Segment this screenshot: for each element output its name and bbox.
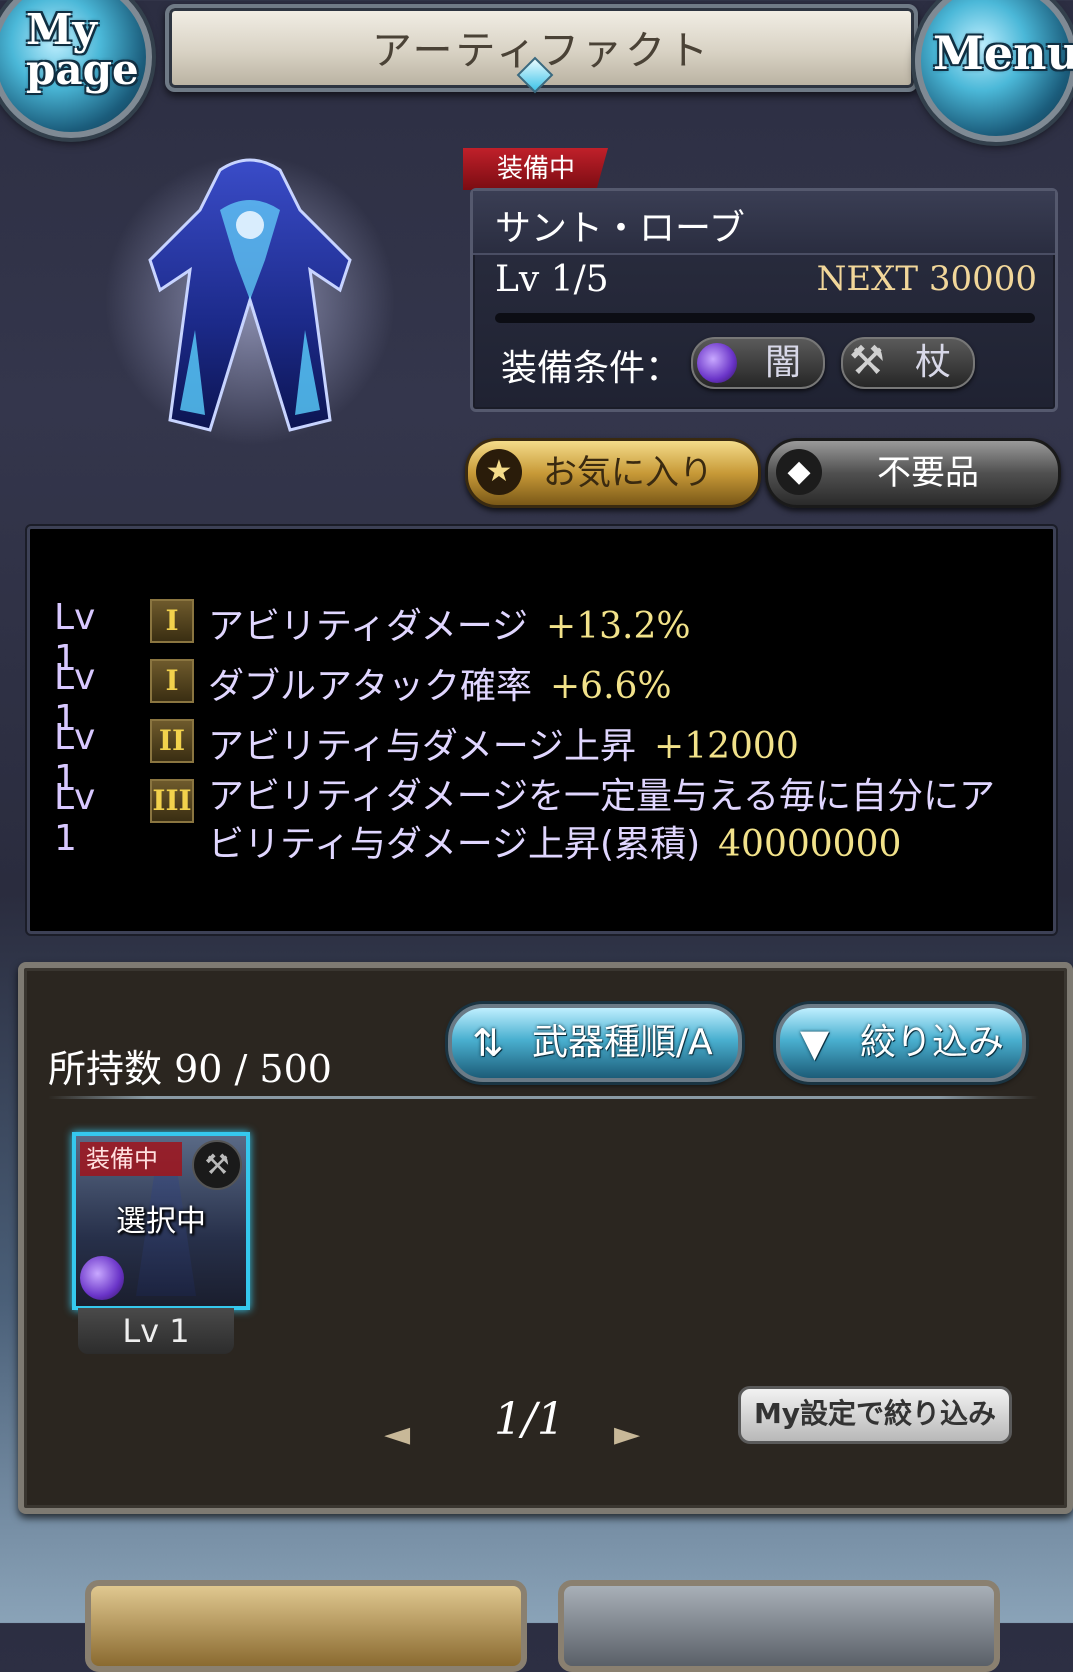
skill-value: +6.6%: [550, 666, 672, 707]
page-indicator: 1/1: [494, 1394, 565, 1445]
owned-count-value: 90 / 500: [174, 1047, 332, 1091]
skill-rank-icon: III: [150, 779, 194, 823]
skill-value: +13.2%: [546, 606, 691, 647]
condition-element-text: 闇: [765, 342, 802, 383]
pager: ◄ 1/1 ►: [384, 1394, 704, 1454]
skill-name: アビリティダメージ: [208, 606, 529, 647]
skill-description: ダブルアタック確率 +6.6%: [208, 657, 672, 709]
sort-button[interactable]: ⇅ 武器種順/A: [448, 1004, 742, 1082]
favorite-label: お気に入り: [543, 453, 713, 493]
equip-condition-label: 装備条件：: [501, 348, 682, 389]
favorite-button[interactable]: ★ お気に入り: [465, 438, 761, 508]
header: アーティファクト My page Menu: [0, 0, 1073, 142]
bottom-left-button[interactable]: [85, 1580, 527, 1672]
artifact-name: サント・ローブ: [495, 208, 745, 249]
skill-value: 40000000: [718, 824, 902, 865]
condition-weapon-pill: ⚒ 杖: [841, 337, 975, 389]
unneeded-label: 不要品: [877, 453, 979, 493]
dark-element-icon: [80, 1256, 124, 1300]
inventory-panel: 所持数 90 / 500 ⇅ 武器種順/A ▼ 絞り込み 装備中 ⚒ 選択中 L…: [18, 962, 1073, 1514]
menu-button[interactable]: Menu: [915, 0, 1073, 142]
item-level: Lv 1: [78, 1308, 234, 1354]
sort-arrows-icon: ⇅: [472, 1021, 504, 1065]
artifact-item-card[interactable]: 装備中 ⚒ 選択中: [72, 1132, 250, 1310]
filter-button[interactable]: ▼ 絞り込み: [776, 1004, 1026, 1082]
skill-value: +12000: [654, 726, 799, 767]
artifact-robe-image: [105, 155, 395, 445]
artifact-level: Lv 1/5: [495, 259, 609, 300]
bottom-right-button[interactable]: [558, 1580, 1000, 1672]
unneeded-button[interactable]: ◆ 不要品: [765, 438, 1061, 508]
artifact-name-row: サント・ローブ: [473, 191, 1055, 255]
equipped-badge: 装備中: [463, 148, 608, 190]
panel-divider: [48, 1096, 1038, 1099]
next-page-arrow-icon[interactable]: ►: [614, 1414, 640, 1454]
staff-icon: ⚒: [849, 338, 885, 384]
skill-description: アビリティ与ダメージ上昇 +12000: [208, 717, 799, 769]
condition-weapon-text: 杖: [915, 342, 952, 383]
owned-label-text: 所持数: [48, 1047, 163, 1091]
funnel-icon: ▼: [800, 1021, 830, 1065]
sort-button-label: 武器種順/A: [532, 1022, 713, 1063]
skill-level: Lv 1: [54, 777, 96, 859]
skills-panel: Lv 1 I アビリティダメージ +13.2% Lv 1 I ダブルアタック確率 +…: [27, 526, 1056, 934]
staff-icon: ⚒: [192, 1140, 242, 1190]
skill-rank-icon: I: [150, 659, 194, 703]
menu-label: Menu: [933, 26, 1073, 80]
skill-description: アビリティダメージを一定量与える毎に自分にアビリティ与ダメージ上昇(累積) 400…: [208, 773, 1008, 869]
skill-description: アビリティダメージ +13.2%: [208, 597, 691, 649]
next-exp: NEXT 30000: [816, 259, 1037, 299]
filter-button-label: 絞り込み: [860, 1022, 1005, 1063]
exp-bar: [495, 313, 1035, 323]
item-equipped-tag: 装備中: [80, 1142, 182, 1176]
skill-rank-icon: I: [150, 599, 194, 643]
artifact-info-card: サント・ローブ Lv 1/5 NEXT 30000 装備条件： 闇 ⚒ 杖: [470, 188, 1058, 412]
skill-name: ダブルアタック確率: [208, 666, 533, 707]
skill-rank-icon: II: [150, 719, 194, 763]
condition-element-pill: 闇: [691, 337, 825, 389]
owned-count-label: 所持数 90 / 500: [48, 1038, 332, 1093]
item-selected-label: 選択中: [116, 1204, 206, 1239]
my-settings-filter-button[interactable]: My設定で絞り込み: [738, 1386, 1012, 1444]
mypage-label: My page: [26, 5, 139, 94]
skill-name: アビリティ与ダメージ上昇: [208, 726, 637, 767]
dark-element-icon: [697, 343, 737, 383]
prev-page-arrow-icon[interactable]: ◄: [384, 1414, 410, 1454]
mypage-button[interactable]: My page: [0, 0, 152, 138]
